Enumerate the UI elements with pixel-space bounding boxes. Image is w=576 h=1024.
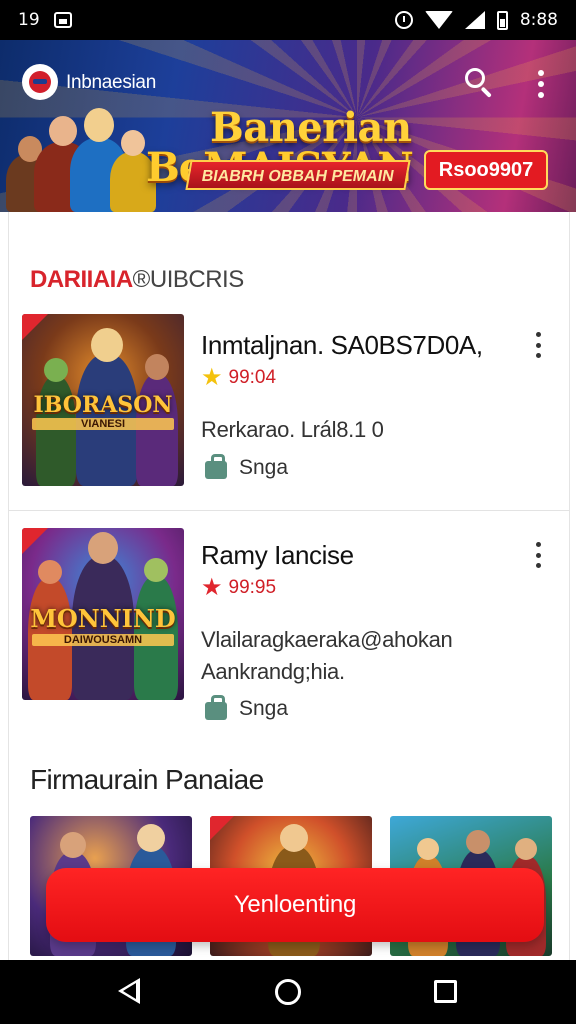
game-description-2: Vlailaragkaeraka@ahokan Aankrandg;hia.	[201, 624, 453, 688]
game-art-title-1: IBORASON	[33, 392, 173, 418]
thumb-corner-badge	[22, 528, 48, 554]
alarm-icon	[394, 11, 413, 29]
game-name-2[interactable]: Ramy Iancise	[201, 540, 354, 571]
status-bar: 19 8:88	[0, 0, 576, 40]
logo-icon	[29, 71, 51, 93]
signal-icon	[464, 11, 485, 29]
game-options-button-1[interactable]	[533, 332, 543, 358]
star-icon: ★	[201, 364, 223, 391]
game-art-subtitle-1: VIANESI	[32, 418, 174, 430]
game-thumbnail-2[interactable]: MONNIND DAIWOUSAMN	[22, 528, 184, 700]
game-rating-2: ★ 99:95	[201, 576, 276, 600]
more-vertical-icon	[535, 332, 541, 337]
thumb-corner-badge	[210, 816, 234, 840]
more-dot	[538, 81, 544, 87]
more-vertical-icon	[538, 70, 544, 76]
thumb-corner-badge	[22, 314, 48, 340]
status-time: 8:88	[519, 10, 558, 30]
back-icon[interactable]	[118, 978, 140, 1004]
search-icon	[465, 68, 485, 88]
game-thumbnail-1[interactable]: IBORASON VIANESI	[22, 314, 184, 486]
game-category-1: Snga	[205, 454, 289, 480]
more-dot	[538, 92, 544, 98]
game-description-1: Rerkarao. Lrál8.1 0	[201, 414, 384, 446]
game-name-1[interactable]: Inmtaljnan. SA0BS7D0A,	[201, 330, 483, 361]
bag-icon	[205, 695, 227, 720]
more-dot	[535, 353, 541, 358]
game-rating-value-2: 99:95	[228, 577, 277, 598]
section-2-title: Firmaurain Panaiae	[30, 764, 264, 795]
section-title-rest: ®UIBCRIS	[132, 266, 245, 293]
game-category-label-1: Snga	[239, 456, 289, 479]
game-rating-value-1: 99:04	[228, 367, 277, 388]
bag-icon	[205, 454, 227, 479]
star-icon: ★	[201, 574, 223, 601]
game-description-line: Aankrandg;hia.	[201, 659, 345, 684]
game-category-label-2: Snga	[239, 697, 289, 720]
app-logo[interactable]	[22, 64, 58, 100]
game-description-line: Rerkarao. Lrál8.1 0	[201, 417, 384, 442]
game-art-subtitle-2: DAIWOUSAMN	[32, 634, 174, 646]
game-category-2: Snga	[205, 695, 289, 721]
more-dot	[535, 342, 541, 348]
search-button[interactable]	[462, 66, 496, 100]
game-art-title-2: MONNIND	[30, 604, 176, 633]
thumb-figure	[136, 354, 178, 486]
more-options-button[interactable]	[530, 66, 552, 102]
home-icon[interactable]	[275, 979, 301, 1005]
image-icon	[53, 12, 72, 28]
battery-icon	[496, 10, 508, 30]
recent-apps-icon[interactable]	[434, 980, 457, 1003]
cta-button[interactable]: Yenloenting	[46, 868, 544, 942]
list-divider	[8, 510, 570, 511]
banner-subtitle: BIABRH OBBAH PEMAIN	[185, 160, 411, 190]
section-title-accent: DARIIAIA	[30, 266, 133, 293]
banner-badge[interactable]: Rsoo9907	[424, 150, 548, 190]
search-icon-handle	[480, 86, 492, 98]
more-dot	[535, 563, 541, 568]
game-rating-1: ★ 99:04	[201, 366, 276, 390]
more-vertical-icon	[535, 542, 541, 547]
section-title: DARIIAIA®UIBCRIS	[30, 266, 244, 294]
more-dot	[535, 552, 541, 558]
game-description-line: Vlailaragkaeraka@ahokan	[201, 627, 453, 652]
status-left-text: 19	[18, 10, 40, 30]
brand-name: Inbnaesian	[66, 72, 156, 93]
wifi-icon	[424, 11, 453, 29]
game-options-button-2[interactable]	[533, 542, 543, 568]
